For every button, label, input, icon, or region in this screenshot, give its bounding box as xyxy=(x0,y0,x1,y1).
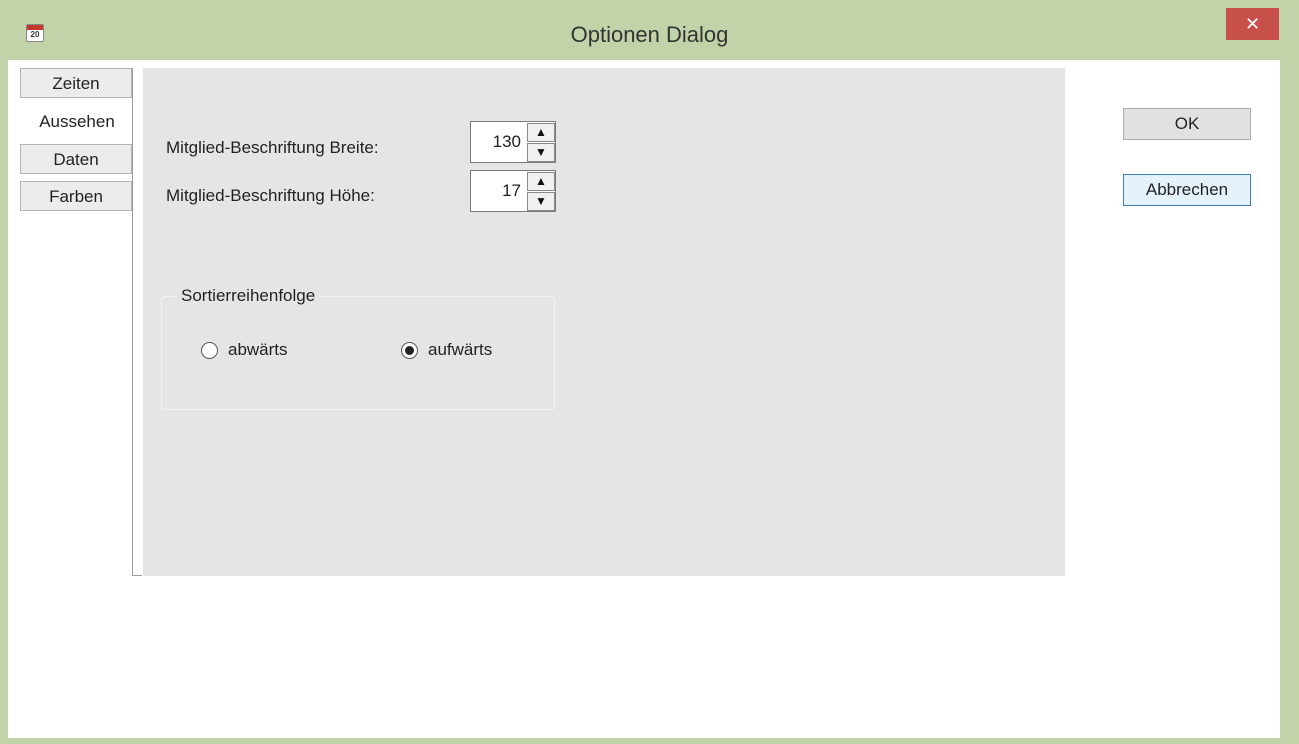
sort-order-title: Sortierreihenfolge xyxy=(177,286,320,306)
tab-farben[interactable]: Farben xyxy=(20,181,132,211)
width-value[interactable]: 130 xyxy=(471,122,521,162)
tab-daten[interactable]: Daten xyxy=(20,144,132,174)
cancel-button[interactable]: Abbrechen xyxy=(1123,174,1251,206)
width-down-button[interactable]: ▼ xyxy=(527,143,555,162)
radio-circle-ascending[interactable] xyxy=(401,341,418,359)
ok-button[interactable]: OK xyxy=(1123,108,1251,140)
radio-label-descending: abwärts xyxy=(228,340,288,359)
options-dialog-window: 20 Optionen Dialog ✕ Zeiten Aussehen Dat… xyxy=(0,0,1299,744)
tab-divider-bottom xyxy=(132,575,142,576)
radio-label-ascending: aufwärts xyxy=(428,340,493,359)
close-button[interactable]: ✕ xyxy=(1226,8,1279,40)
height-down-button[interactable]: ▼ xyxy=(527,192,555,211)
title-bar[interactable]: 20 Optionen Dialog ✕ xyxy=(0,0,1299,60)
tab-zeiten[interactable]: Zeiten xyxy=(20,68,132,98)
tab-divider xyxy=(132,68,133,576)
dialog-client-area: Zeiten Aussehen Daten Farben Mitglied-Be… xyxy=(8,60,1280,738)
radio-ascending[interactable]: aufwärts xyxy=(401,338,492,362)
width-label: Mitglied-Beschriftung Breite: xyxy=(166,138,379,157)
height-spinner[interactable]: 17 ▲ ▼ xyxy=(470,170,556,212)
radio-circle-descending[interactable] xyxy=(201,341,218,359)
width-up-button[interactable]: ▲ xyxy=(527,123,555,142)
height-value[interactable]: 17 xyxy=(471,171,521,211)
height-up-button[interactable]: ▲ xyxy=(527,172,555,191)
radio-descending[interactable]: abwärts xyxy=(201,338,288,362)
window-title: Optionen Dialog xyxy=(570,22,729,47)
radio-selected-dot xyxy=(405,345,414,355)
tab-aussehen[interactable]: Aussehen xyxy=(20,106,134,136)
height-label: Mitglied-Beschriftung Höhe: xyxy=(166,186,375,205)
aussehen-panel: Mitglied-Beschriftung Breite: 130 ▲ ▼ Mi… xyxy=(143,68,1065,576)
width-spinner[interactable]: 130 ▲ ▼ xyxy=(470,121,556,163)
